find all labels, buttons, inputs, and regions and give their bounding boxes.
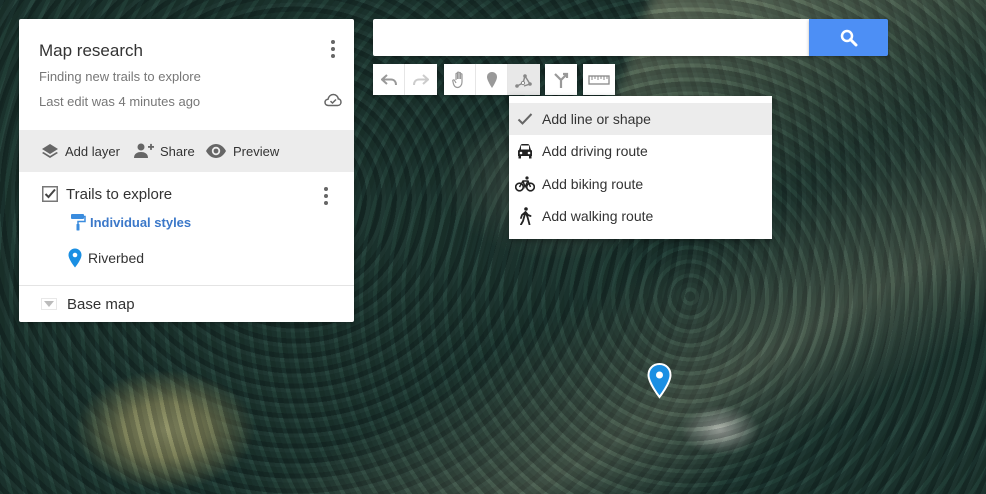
- bike-icon: [515, 174, 535, 194]
- menu-item-label: Add biking route: [542, 176, 644, 192]
- undo-button[interactable]: [373, 64, 405, 95]
- add-person-icon: [134, 143, 154, 158]
- draw-line-button[interactable]: [508, 64, 540, 95]
- cloud-saved-icon: [324, 93, 342, 107]
- undo-redo-group: [373, 64, 437, 95]
- panel-actions-bar: Add layer Share Preview: [19, 130, 354, 172]
- add-layer-button[interactable]: Add layer: [41, 130, 120, 172]
- add-marker-button[interactable]: [476, 64, 508, 95]
- directions-fork-icon: [554, 72, 569, 88]
- menu-item-biking-route[interactable]: Add biking route: [509, 168, 772, 200]
- feature-label: Riverbed: [88, 250, 145, 266]
- paint-roller-icon: [71, 214, 86, 231]
- layer-title[interactable]: Trails to explore: [66, 186, 172, 203]
- search-button[interactable]: [809, 19, 888, 56]
- add-directions-button[interactable]: [545, 64, 577, 95]
- search-icon: [840, 29, 857, 46]
- menu-item-driving-route[interactable]: Add driving route: [509, 135, 772, 167]
- drawing-tools-group: [444, 64, 540, 95]
- ruler-icon: [588, 74, 610, 85]
- menu-item-line-shape[interactable]: Add line or shape: [509, 103, 772, 135]
- car-icon: [515, 141, 535, 161]
- map-title[interactable]: Map research: [39, 41, 143, 61]
- draw-line-icon: [515, 73, 532, 88]
- eye-icon: [206, 144, 226, 158]
- check-icon: [515, 109, 535, 129]
- blue-pin-icon: [68, 248, 82, 268]
- menu-item-label: Add line or shape: [542, 111, 651, 127]
- undo-icon: [380, 73, 397, 85]
- menu-item-label: Add driving route: [542, 143, 648, 159]
- individual-styles-link[interactable]: Individual styles: [70, 213, 191, 231]
- layer-visibility-checkbox[interactable]: [42, 186, 58, 202]
- preview-button[interactable]: Preview: [205, 130, 279, 172]
- select-hand-button[interactable]: [444, 64, 476, 95]
- measure-distance-button[interactable]: [583, 64, 615, 95]
- marker-icon: [486, 71, 497, 88]
- more-vert-icon[interactable]: [325, 39, 341, 59]
- layers-icon: [42, 144, 58, 158]
- search-input[interactable]: [373, 19, 809, 56]
- preview-label: Preview: [233, 143, 280, 159]
- share-label: Share: [160, 143, 195, 159]
- layer-trails: Trails to explore Individual styles Rive…: [19, 172, 354, 285]
- base-map-section[interactable]: Base map: [19, 285, 354, 322]
- directions-group: [545, 64, 577, 95]
- map-details-panel: Map research Finding new trails to explo…: [19, 19, 354, 322]
- menu-item-label: Add walking route: [542, 208, 654, 224]
- share-button[interactable]: Share: [132, 130, 195, 172]
- measure-group: [583, 64, 615, 95]
- walking-icon: [515, 206, 535, 226]
- map-description[interactable]: Finding new trails to explore: [39, 69, 201, 84]
- layer-more-vert-icon[interactable]: [318, 186, 334, 206]
- expand-arrow-icon[interactable]: [41, 298, 57, 310]
- add-layer-label: Add layer: [65, 143, 120, 159]
- redo-icon: [413, 73, 429, 85]
- base-map-label: Base map: [67, 296, 135, 313]
- map-marker-icon[interactable]: [647, 363, 672, 399]
- hand-icon: [451, 70, 463, 88]
- individual-styles-label: Individual styles: [90, 214, 192, 230]
- draw-mode-menu: Add line or shape Add driving route Add …: [509, 96, 772, 239]
- redo-button[interactable]: [405, 64, 437, 95]
- menu-item-walking-route[interactable]: Add walking route: [509, 200, 772, 232]
- feature-item-riverbed[interactable]: Riverbed: [68, 248, 144, 268]
- last-edit-status: Last edit was 4 minutes ago: [39, 94, 201, 109]
